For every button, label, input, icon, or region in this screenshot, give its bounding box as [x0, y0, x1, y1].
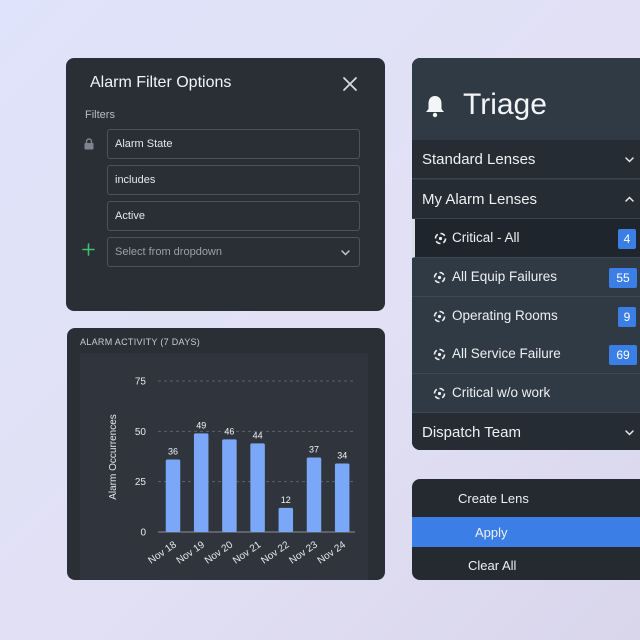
x-tick-label: Nov 21	[231, 539, 264, 566]
data-label: 36	[168, 447, 178, 457]
lens-label: All Equip Failures	[452, 269, 558, 284]
filter-field-attribute[interactable]: Alarm State	[107, 129, 360, 159]
lens-label: Critical - All	[452, 230, 520, 245]
lens-label: Critical w/o work	[452, 385, 551, 400]
count-badge: 69	[609, 345, 637, 365]
lens-label: Operating Rooms	[452, 308, 558, 323]
triage-panel: Triage Standard Lenses My Alarm Lenses C…	[412, 58, 640, 450]
data-label: 49	[196, 420, 206, 430]
lens-item[interactable]: Critical - All 4	[412, 219, 640, 258]
bar	[334, 463, 350, 532]
clear-all-label: Clear All	[468, 558, 517, 573]
data-label: 46	[224, 426, 234, 436]
section-dispatch-team[interactable]: Dispatch Team	[412, 413, 640, 450]
section-label: Dispatch Team	[422, 424, 521, 441]
lens-item[interactable]: Operating Rooms 9	[412, 297, 640, 336]
bar	[250, 443, 265, 532]
bar-chart: 0 25 50 75 Alarm Occurrences 36 Nov 18 49 Nov 19…	[108, 377, 355, 567]
apply-label: Apply	[475, 525, 508, 540]
y-axis-label: Alarm Occurrences	[108, 414, 119, 500]
count-badge: 55	[609, 268, 637, 288]
chevron-down-icon	[341, 250, 350, 256]
create-lens-button[interactable]: Create Lens	[412, 479, 640, 515]
bar	[222, 439, 237, 532]
x-tick-label: Nov 19	[175, 539, 208, 566]
lens-icon	[433, 271, 446, 284]
triage-header: Triage	[412, 58, 640, 140]
bar	[193, 433, 209, 532]
lens-item[interactable]: All Service Failure 69	[412, 335, 640, 374]
data-label: 44	[253, 430, 263, 440]
filter-field-operator[interactable]: includes	[107, 165, 360, 195]
data-label: 12	[281, 495, 291, 505]
data-label: 37	[309, 445, 319, 455]
apply-button[interactable]: Apply	[412, 517, 640, 547]
bell-icon	[426, 96, 444, 118]
lens-icon	[433, 387, 446, 400]
y-tick-label: 75	[135, 377, 147, 388]
filter-panel-title: Alarm Filter Options	[90, 74, 232, 91]
lens-label: All Service Failure	[452, 346, 561, 361]
lock-icon	[84, 138, 94, 150]
bar	[278, 507, 294, 532]
alarm-filter-panel: Alarm Filter Options Filters Alarm State…	[66, 58, 385, 311]
lens-icon	[433, 348, 446, 361]
plus-icon[interactable]	[82, 243, 95, 256]
close-icon[interactable]	[338, 72, 362, 96]
y-tick-label: 50	[135, 427, 147, 438]
section-label: My Alarm Lenses	[422, 191, 538, 208]
clear-all-button[interactable]: Clear All	[412, 549, 640, 580]
filter-field-value[interactable]: Active	[107, 201, 360, 231]
y-tick-label: 25	[135, 477, 147, 488]
bar	[165, 459, 181, 532]
lens-item[interactable]: All Equip Failures 55	[412, 258, 640, 297]
section-my-alarm-lenses[interactable]: My Alarm Lenses	[412, 180, 640, 219]
lens-item[interactable]: Critical w/o work	[412, 374, 640, 413]
bar	[306, 457, 322, 532]
data-label: 34	[337, 451, 347, 461]
chart-title: ALARM ACTIVITY (7 DAYS)	[80, 337, 201, 347]
x-tick-label: Nov 22	[259, 539, 292, 566]
create-lens-label: Create Lens	[458, 491, 529, 506]
count-badge: 4	[618, 229, 636, 249]
chevron-down-icon	[625, 157, 634, 163]
alarm-activity-panel: ALARM ACTIVITY (7 DAYS) 0 25 50 75 Alarm Occ…	[67, 328, 385, 580]
x-tick-label: Nov 18	[146, 539, 179, 566]
filter-dropdown[interactable]: Select from dropdown	[107, 237, 360, 267]
x-tick-label: Nov 20	[203, 539, 236, 566]
lens-icon	[433, 310, 446, 323]
section-standard-lenses[interactable]: Standard Lenses	[412, 140, 640, 179]
x-tick-label: Nov 23	[287, 539, 320, 566]
y-tick-label: 0	[140, 528, 146, 539]
section-label: Standard Lenses	[422, 151, 536, 168]
chart-area: 0 25 50 75 Alarm Occurrences 36 Nov 18 49 Nov 19…	[80, 353, 368, 580]
chevron-down-icon	[625, 430, 634, 436]
count-badge: 9	[618, 307, 636, 327]
x-tick-label: Nov 24	[316, 539, 349, 566]
chevron-up-icon	[625, 196, 634, 202]
lens-icon	[434, 232, 447, 245]
filters-label: Filters	[85, 109, 115, 121]
triage-title: Triage	[463, 88, 547, 121]
dropdown-placeholder: Select from dropdown	[115, 246, 222, 258]
lens-actions-panel: Create Lens Apply Clear All	[412, 479, 640, 580]
